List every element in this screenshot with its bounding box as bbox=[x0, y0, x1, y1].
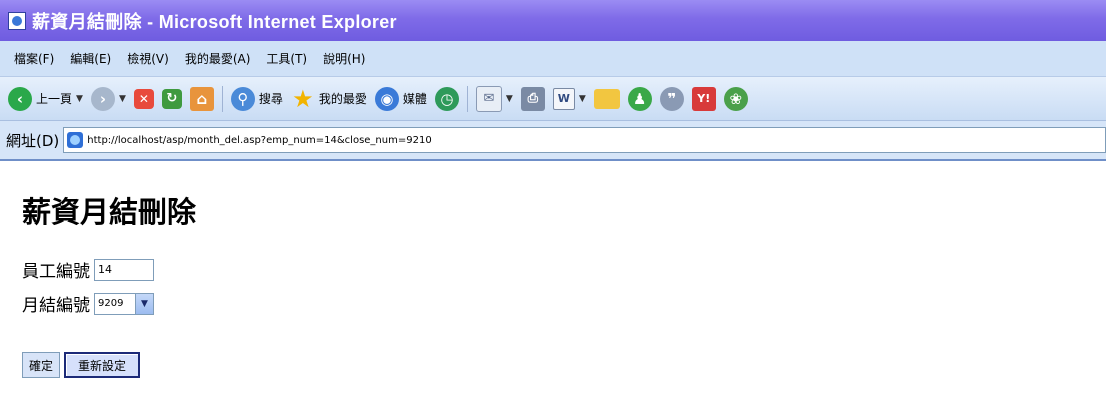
toolbar-divider bbox=[221, 85, 223, 112]
messenger-icon: ♟ bbox=[627, 86, 652, 111]
menu-file[interactable]: 檔案(F) bbox=[14, 50, 54, 67]
reset-button[interactable]: 重新設定 bbox=[64, 352, 141, 378]
msn-button[interactable]: ❀ bbox=[723, 84, 748, 114]
closing-row: 月結編號 9209 ▼ bbox=[22, 291, 154, 316]
yahoo-icon: Y! bbox=[691, 86, 716, 111]
chevron-down-icon[interactable]: ▼ bbox=[506, 94, 513, 104]
media-globe-icon: ◉ bbox=[374, 86, 399, 111]
toolbar-divider bbox=[466, 85, 468, 112]
search-label: 搜尋 bbox=[258, 92, 283, 106]
refresh-button[interactable]: ↻ bbox=[161, 84, 182, 114]
word-edit-icon: W bbox=[552, 87, 575, 110]
closing-label: 月結編號 bbox=[22, 296, 90, 316]
stop-button[interactable]: ✕ bbox=[133, 84, 154, 114]
favorites-label: 我的最愛 bbox=[318, 92, 367, 106]
print-button[interactable]: ⎙ bbox=[520, 84, 545, 114]
chevron-down-icon[interactable]: ▼ bbox=[135, 293, 153, 314]
page-icon bbox=[67, 132, 84, 148]
home-button[interactable]: ⌂ bbox=[189, 84, 214, 114]
address-input[interactable]: http://localhost/asp/month_del.asp?emp_n… bbox=[63, 127, 1106, 153]
page-content: 薪資月結刪除 員工編號 月結編號 9209 ▼ 確定 重新設定 bbox=[0, 161, 1106, 414]
messenger-button[interactable]: ♟ bbox=[627, 84, 652, 114]
menu-bar: 檔案(F) 編輯(E) 檢視(V) 我的最愛(A) 工具(T) 說明(H) bbox=[0, 41, 1106, 77]
back-arrow-icon: ‹ bbox=[8, 86, 32, 111]
yahoo-button[interactable]: Y! bbox=[691, 84, 716, 114]
address-bar: 網址(D) http://localhost/asp/month_del.asp… bbox=[0, 121, 1106, 161]
form-buttons: 確定 重新設定 bbox=[22, 352, 141, 378]
media-label: 媒體 bbox=[402, 92, 427, 106]
stop-icon: ✕ bbox=[133, 88, 154, 109]
forward-arrow-icon: › bbox=[90, 86, 115, 111]
chevron-down-icon[interactable]: ▼ bbox=[579, 94, 586, 104]
window-title: 薪資月結刪除 - Microsoft Internet Explorer bbox=[32, 11, 397, 32]
history-icon: ◷ bbox=[434, 86, 459, 111]
discuss-button[interactable]: ❞ bbox=[659, 84, 684, 114]
back-button[interactable]: ‹ 上一頁 ▼ bbox=[8, 84, 83, 114]
mail-icon: ✉ bbox=[475, 85, 502, 112]
discuss-icon: ❞ bbox=[659, 86, 684, 111]
address-url[interactable]: http://localhost/asp/month_del.asp?emp_n… bbox=[87, 135, 431, 146]
closing-number-select[interactable]: 9209 ▼ bbox=[94, 292, 154, 315]
window-titlebar: 薪資月結刪除 - Microsoft Internet Explorer bbox=[0, 0, 1106, 41]
chevron-down-icon[interactable]: ▼ bbox=[76, 94, 83, 104]
address-label: 網址(D) bbox=[6, 131, 60, 150]
page-title: 薪資月結刪除 bbox=[22, 195, 197, 229]
search-icon: ⚲ bbox=[230, 86, 255, 111]
employee-row: 員工編號 bbox=[22, 257, 154, 282]
msn-icon: ❀ bbox=[723, 86, 748, 111]
favorites-button[interactable]: ★ 我的最愛 bbox=[291, 84, 367, 114]
menu-favorites[interactable]: 我的最愛(A) bbox=[185, 50, 251, 67]
history-button[interactable]: ◷ bbox=[434, 84, 459, 114]
ie-page-icon bbox=[8, 11, 26, 30]
submit-button[interactable]: 確定 bbox=[22, 352, 61, 378]
folder-icon bbox=[593, 88, 620, 109]
menu-tools[interactable]: 工具(T) bbox=[266, 50, 307, 67]
closing-number-value: 9209 bbox=[98, 298, 124, 309]
media-button[interactable]: ◉ 媒體 bbox=[374, 84, 427, 114]
menu-view[interactable]: 檢視(V) bbox=[127, 50, 169, 67]
star-icon: ★ bbox=[292, 84, 314, 113]
search-button[interactable]: ⚲ 搜尋 bbox=[230, 84, 283, 114]
chevron-down-icon[interactable]: ▼ bbox=[119, 94, 126, 104]
print-icon: ⎙ bbox=[520, 86, 545, 111]
toolbar: ‹ 上一頁 ▼ › ▼ ✕ ↻ ⌂ ⚲ 搜尋 ★ 我的最愛 ◉ 媒體 ◷ ✉ ▼… bbox=[0, 77, 1106, 121]
edit-button[interactable]: W ▼ bbox=[552, 84, 586, 114]
mail-button[interactable]: ✉ ▼ bbox=[475, 84, 513, 114]
folder-button[interactable] bbox=[593, 84, 620, 114]
menu-help[interactable]: 說明(H) bbox=[323, 50, 365, 67]
employee-label: 員工編號 bbox=[22, 262, 90, 282]
forward-button[interactable]: › ▼ bbox=[90, 84, 126, 114]
back-label: 上一頁 bbox=[36, 92, 73, 106]
menu-edit[interactable]: 編輯(E) bbox=[70, 50, 111, 67]
employee-number-input[interactable] bbox=[94, 258, 154, 281]
refresh-icon: ↻ bbox=[161, 88, 182, 109]
home-icon: ⌂ bbox=[189, 86, 214, 111]
